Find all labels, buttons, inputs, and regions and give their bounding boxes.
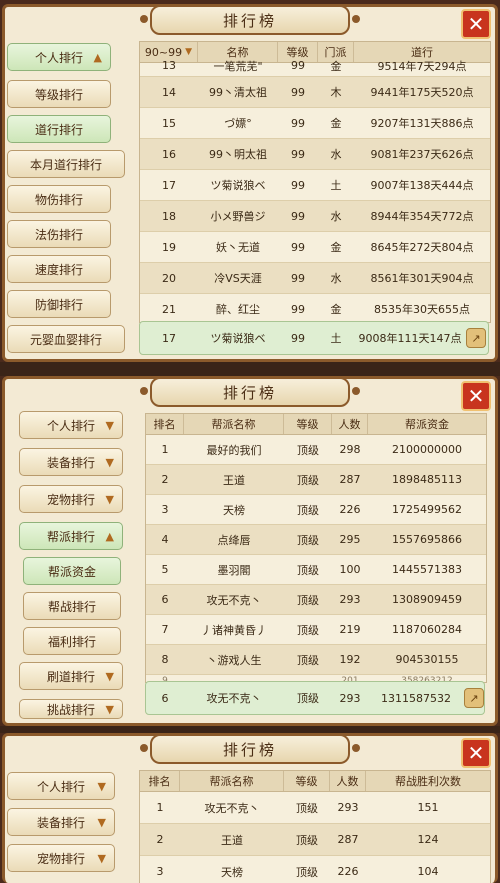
sidebar-item-daoxing[interactable]: 道行排行 (7, 115, 111, 143)
chevron-down-icon: ▼ (105, 455, 114, 469)
table-header: 排名 帮派名称 等级 人数 帮战胜利次数 (140, 771, 490, 792)
table-row[interactable]: 7 丿诸神黄昏丿 顶级 219 1187060284 (146, 615, 486, 645)
close-button[interactable]: ✕ (461, 381, 491, 411)
table-row[interactable]: 1 攻无不克丶 顶级 293 151 (140, 792, 490, 824)
share-icon[interactable]: ↗ (466, 328, 486, 348)
col-rank: 排名 (140, 771, 180, 791)
chevron-down-icon: ▼ (97, 851, 106, 865)
table-row[interactable]: 18 小メ野兽ジ 99 水 8944年354天772点 (140, 201, 490, 232)
sidebar-item-equipment[interactable]: 装备排行 ▼ (7, 808, 115, 836)
ranking-panel-guild: 排行榜 ✕ 个人排行 ▼ 装备排行 ▼ 宠物排行 ▼ 帮派排行 ▲ 帮派资金 帮战排行 … (2, 376, 498, 726)
chevron-down-icon: ▼ (97, 779, 106, 793)
sidebar-item-guild-war[interactable]: 帮战排行 (23, 592, 121, 620)
panel-title: 排行榜 (140, 736, 360, 764)
table-row[interactable]: 8 丶游戏人生 顶级 192 904530155 (146, 645, 486, 675)
col-guild-name: 帮派名称 (180, 771, 284, 791)
chevron-up-icon: ▲ (93, 50, 102, 64)
table-row[interactable]: 14 99丶清太祖 99 木 9441年175天520点 (140, 77, 490, 108)
col-level: 等级 (284, 414, 332, 434)
table-row[interactable]: 20 冷VS天涯 99 水 8561年301天904点 (140, 263, 490, 294)
table-row[interactable]: 4 点绛唇 顶级 295 1557695866 (146, 525, 486, 555)
table-row[interactable]: 1 最好的我们 顶级 298 2100000000 (146, 435, 486, 465)
col-level: 等级 (284, 771, 330, 791)
sidebar-item-welfare[interactable]: 福利排行 (23, 627, 121, 655)
panel-title: 排行榜 (140, 379, 360, 407)
sidebar-item-defense[interactable]: 防御排行 (7, 290, 111, 318)
col-guild-funds: 帮派资金 (405, 418, 449, 431)
table-row[interactable]: 3 天榜 顶级 226 104 (140, 856, 490, 883)
ranking-table: 排名 帮派名称 等级 人数 帮派资金 1 最好的我们 顶级 298 2100000000… (145, 413, 487, 683)
sidebar-item-speed[interactable]: 速度排行 (7, 255, 111, 283)
table-header: 排名 帮派名称 等级 人数 帮派资金 (146, 414, 486, 435)
sidebar-item-brush-dao[interactable]: 刷道排行 ▼ (19, 662, 123, 690)
chevron-down-icon: ▼ (97, 815, 106, 829)
chevron-down-icon: ▼ (105, 669, 114, 683)
chevron-up-icon: ▲ (105, 529, 114, 543)
chevron-down-icon: ▼ (105, 418, 114, 432)
sidebar-item-yuanying[interactable]: 元婴血婴排行 (7, 325, 125, 353)
ranking-panel-guild-war: 排行榜 ✕ 个人排行 ▼ 装备排行 ▼ 宠物排行 ▼ 排名 帮派名称 等级 人数 帮战… (2, 733, 498, 883)
col-rank: 排名 (146, 414, 184, 434)
table-row[interactable]: 17 ツ菊说狼ベ 99 土 9007年138天444点 (140, 170, 490, 201)
close-button[interactable]: ✕ (461, 738, 491, 768)
table-body: 1 最好的我们 顶级 298 2100000000 2 王道 顶级 287 1898485113… (146, 435, 486, 682)
sidebar-item-magic-damage[interactable]: 法伤排行 (7, 220, 111, 248)
table-row[interactable]: 2 王道 顶级 287 124 (140, 824, 490, 856)
sidebar-item-monthly-daoxing[interactable]: 本月道行排行 (7, 150, 125, 178)
col-war-wins: 帮战胜利次数 (395, 775, 461, 788)
ranking-table: 90~99 ▼ 名称 等级 门派 道行 13 一笔荒芜" 99 金 9514年7天294点… (139, 41, 491, 323)
sidebar-item-guild[interactable]: 帮派排行 ▲ (19, 522, 123, 550)
sidebar-item-level[interactable]: 等级排行 (7, 80, 111, 108)
my-rank-row[interactable]: 17 ツ菊说狼ベ 99 土 9008年111天147点 ↗ (139, 321, 489, 355)
col-members: 人数 (332, 414, 368, 434)
sidebar-item-challenge[interactable]: 挑战排行 ▼ (19, 699, 123, 719)
sidebar-item-equipment[interactable]: 装备排行 ▼ (19, 448, 123, 476)
table-row[interactable]: 15 づ嫖° 99 金 9207年131天886点 (140, 108, 490, 139)
sidebar-item-guild-funds[interactable]: 帮派资金 (23, 557, 121, 585)
table-row[interactable]: 19 妖丶无道 99 金 8645年272天804点 (140, 232, 490, 263)
sidebar-item-pet[interactable]: 宠物排行 ▼ (19, 485, 123, 513)
table-row[interactable]: 6 攻无不克丶 顶级 293 1308909459 (146, 585, 486, 615)
table-row[interactable]: 2 王道 顶级 287 1898485113 (146, 465, 486, 495)
sidebar-item-personal[interactable]: 个人排行 ▼ (7, 772, 115, 800)
close-button[interactable]: ✕ (461, 9, 491, 39)
panel-title: 排行榜 (140, 7, 360, 35)
sidebar-item-personal[interactable]: 个人排行 ▲ (7, 43, 111, 71)
sidebar-item-physical-damage[interactable]: 物伤排行 (7, 185, 111, 213)
chevron-down-icon: ▼ (185, 47, 193, 57)
ranking-table: 排名 帮派名称 等级 人数 帮战胜利次数 1 攻无不克丶 顶级 293 151 2 王道顶… (139, 770, 491, 883)
table-row[interactable]: 5 墨羽閣 顶级 100 1445571383 (146, 555, 486, 585)
chevron-down-icon: ▼ (105, 702, 114, 716)
table-row[interactable]: 3 天榜 顶级 226 1725499562 (146, 495, 486, 525)
table-row[interactable]: 21 醉、红尘 99 金 8535年30天655点 (140, 294, 490, 322)
sidebar-item-pet[interactable]: 宠物排行 ▼ (7, 844, 115, 872)
ranking-panel-personal: 排行榜 ✕ 个人排行 ▲ 等级排行 道行排行 本月道行排行 物伤排行 法伤排行 速… (2, 4, 498, 362)
table-row[interactable]: 16 99丶明太祖 99 水 9081年237天626点 (140, 139, 490, 170)
chevron-down-icon: ▼ (105, 492, 114, 506)
col-members: 人数 (330, 771, 366, 791)
my-guild-rank-row[interactable]: 6 攻无不克丶 顶级 293 1311587532 ↗ (145, 681, 485, 715)
sidebar-item-personal[interactable]: 个人排行 ▼ (19, 411, 123, 439)
table-row[interactable]: 13 一笔荒芜" 99 金 9514年7天294点 (140, 55, 490, 77)
share-icon[interactable]: ↗ (464, 688, 484, 708)
table-body: 13 一笔荒芜" 99 金 9514年7天294点 14 99丶清太祖 99 木 9441年17… (140, 55, 490, 322)
col-guild-name: 帮派名称 (184, 414, 284, 434)
table-body: 1 攻无不克丶 顶级 293 151 2 王道 顶级 287 124 3 天榜 顶级 226 104 (140, 792, 490, 883)
